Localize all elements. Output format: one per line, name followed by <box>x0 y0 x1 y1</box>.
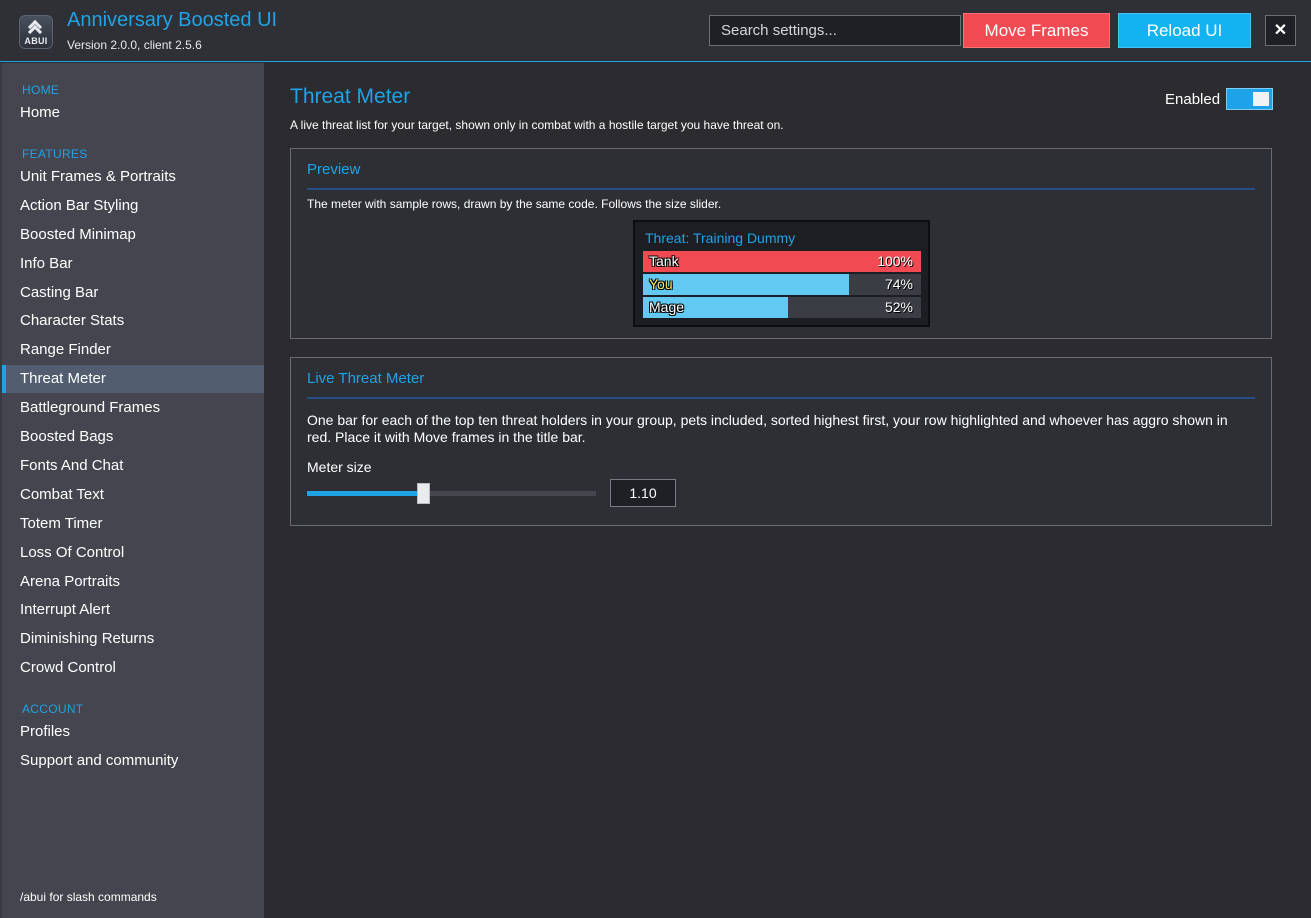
enabled-toggle[interactable] <box>1226 88 1273 110</box>
sidebar-item-boosted-bags[interactable]: Boosted Bags <box>2 423 264 451</box>
sidebar-item-arena-portraits[interactable]: Arena Portraits <box>2 568 264 596</box>
threat-meter-preview: Threat: Training Dummy Tank 100% You 74% Mag… <box>633 220 930 327</box>
threat-row: Tank 100% <box>643 251 921 272</box>
threat-row: Mage 52% <box>643 297 921 318</box>
section-heading-account: ACCOUNT <box>22 702 84 717</box>
move-frames-button[interactable]: Move Frames <box>963 13 1110 48</box>
slider-thumb[interactable] <box>416 483 430 504</box>
meter-title: Threat: Training Dummy <box>645 230 796 246</box>
divider <box>307 397 1255 399</box>
sidebar-item-diminishing-returns[interactable]: Diminishing Returns <box>2 625 264 653</box>
threat-row: You 74% <box>643 274 921 295</box>
threat-row-name: Mage <box>649 299 685 315</box>
sidebar-item-boosted-minimap[interactable]: Boosted Minimap <box>2 221 264 249</box>
threat-row-name: You <box>649 276 673 292</box>
live-description: One bar for each of the top ten threat h… <box>307 412 1228 445</box>
search-input[interactable] <box>709 15 961 46</box>
threat-bar-fill <box>643 274 849 295</box>
sidebar-item-threat-meter[interactable]: Threat Meter <box>2 365 264 394</box>
close-icon[interactable]: ✕ <box>1265 15 1296 46</box>
meter-size-label: Meter size <box>307 459 372 475</box>
title-bar: ABUI Anniversary Boosted UI Version 2.0.… <box>0 0 1311 62</box>
sidebar-item-interrupt-alert[interactable]: Interrupt Alert <box>2 596 264 624</box>
section-heading-home: HOME <box>22 83 60 97</box>
threat-row-percent: 52% <box>884 299 913 315</box>
section-heading-features: FEATURES <box>22 146 88 161</box>
live-meter-panel: Live Threat Meter One bar for each of th… <box>290 357 1272 526</box>
preview-panel: Preview The meter with sample rows, draw… <box>290 148 1272 339</box>
sidebar-item-battleground-frames[interactable]: Battleground Frames <box>2 394 264 422</box>
meter-size-value-input[interactable] <box>610 479 676 507</box>
app-title: Anniversary Boosted UI <box>67 9 278 31</box>
reload-ui-button[interactable]: Reload UI <box>1118 13 1251 48</box>
sidebar-item-unit-frames-and-portraits[interactable]: Unit Frames & Portraits <box>2 163 264 191</box>
sidebar-item-loss-of-control[interactable]: Loss Of Control <box>2 539 264 567</box>
sidebar-item-crowd-control[interactable]: Crowd Control <box>2 654 264 682</box>
toggle-knob <box>1253 92 1269 106</box>
page-title: Threat Meter <box>290 85 411 108</box>
live-panel-title: Live Threat Meter <box>307 370 425 387</box>
sidebar-item-home[interactable]: Home <box>2 99 264 127</box>
sidebar-item-character-stats[interactable]: Character Stats <box>2 307 264 335</box>
meter-size-slider[interactable] <box>307 483 596 504</box>
app-version: Version 2.0.0, client 2.5.6 <box>67 38 202 52</box>
enabled-label: Enabled <box>1165 91 1221 108</box>
sidebar-item-action-bar-styling[interactable]: Action Bar Styling <box>2 192 264 220</box>
preview-description: The meter with sample rows, drawn by the… <box>307 197 722 211</box>
threat-row-name: Tank <box>649 253 679 269</box>
sidebar-item-fonts-and-chat[interactable]: Fonts And Chat <box>2 452 264 480</box>
preview-panel-title: Preview <box>307 161 361 178</box>
logo-text: ABUI <box>24 36 48 46</box>
slash-command-hint: /abui for slash commands <box>20 890 157 904</box>
sidebar-item-range-finder[interactable]: Range Finder <box>2 336 264 364</box>
page-description: A live threat list for your target, show… <box>290 118 784 132</box>
divider <box>307 188 1255 190</box>
sidebar-item-support-and-community[interactable]: Support and community <box>2 747 264 775</box>
sidebar-item-combat-text[interactable]: Combat Text <box>2 481 264 509</box>
threat-row-percent: 74% <box>884 276 913 292</box>
sidebar-item-info-bar[interactable]: Info Bar <box>2 250 264 278</box>
abui-logo-icon: ABUI <box>19 15 53 49</box>
sidebar-item-totem-timer[interactable]: Totem Timer <box>2 510 264 538</box>
sidebar-item-profiles[interactable]: Profiles <box>2 718 264 746</box>
threat-row-percent: 100% <box>877 253 913 269</box>
slider-fill <box>307 491 423 496</box>
sidebar: HOME Home FEATURES Unit Frames & Portraits A… <box>0 63 264 918</box>
sidebar-item-casting-bar[interactable]: Casting Bar <box>2 279 264 307</box>
main-content: Threat Meter A live threat list for your… <box>264 63 1311 918</box>
